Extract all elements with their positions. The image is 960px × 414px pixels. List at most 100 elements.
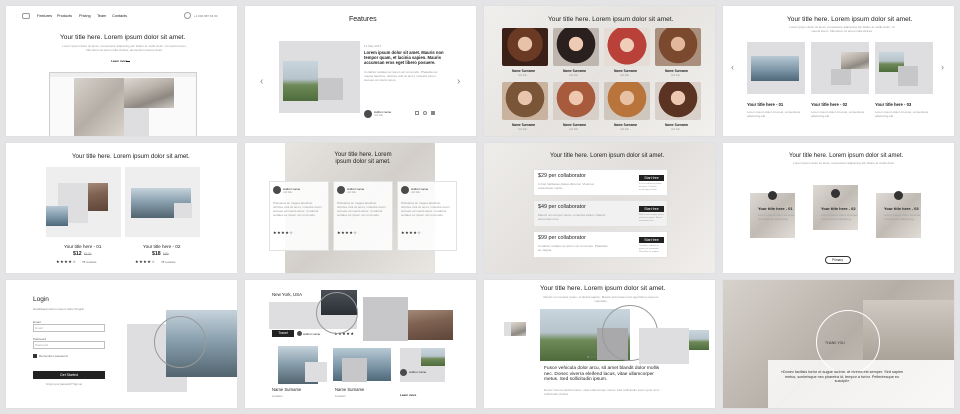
nav-contacts[interactable]: Contacts <box>112 14 127 18</box>
start-free-button[interactable]: Start free <box>639 175 664 181</box>
placeholder-block <box>174 203 192 218</box>
page-title: Your title here. Lorem ipsum dolor sit a… <box>60 34 186 41</box>
start-free-button[interactable]: Start free <box>639 206 664 212</box>
bookmark-icon[interactable] <box>431 111 435 115</box>
item-body-1: Lorem ipsum dolor sit amet, consectetur … <box>747 110 801 118</box>
page-title: Your title here. Lorem ipsum dolor sit a… <box>334 152 392 165</box>
next-arrow-icon[interactable]: › <box>457 76 460 87</box>
slide-features[interactable]: Features ‹ › 12 May 2017 Lorem ipsum dol… <box>244 5 477 137</box>
prev-arrow-icon[interactable]: ‹ <box>260 76 263 87</box>
start-free-label[interactable]: Start free <box>644 176 658 180</box>
remember-checkbox[interactable] <box>33 354 37 358</box>
next-arrow-icon[interactable]: › <box>941 62 944 72</box>
team-photo[interactable] <box>553 82 599 120</box>
slide-travel[interactable]: New York, USA Travel Author name ★★★★★ N… <box>244 279 477 409</box>
post-headline: Lorem ipsum dolor sit amet. Mauris non t… <box>364 50 444 65</box>
placeholder-block <box>318 78 343 100</box>
product-title-2: Your title here - 02 <box>143 244 181 249</box>
team-job: Job title <box>569 74 578 77</box>
nav-features[interactable]: Features <box>37 14 52 18</box>
rating-stars-1: ★★★★☆ <box>56 259 77 264</box>
team-photo[interactable] <box>553 28 599 66</box>
page-title: Your title here. Lorem ipsum dolor sit a… <box>787 16 913 23</box>
decorative-circle <box>154 316 206 368</box>
browser-bar <box>50 73 196 77</box>
team-photo[interactable] <box>655 82 701 120</box>
get-started-label[interactable]: Get Started <box>60 373 78 377</box>
travel-button[interactable]: Travel <box>272 330 294 337</box>
slide-features-cards[interactable]: Your title here. Lorem ipsum dolor sit a… <box>722 142 955 274</box>
hero-photo <box>74 78 124 136</box>
post-body: Curabitur sodales ac ipsum vel commodo. … <box>364 70 438 82</box>
slide-gallery[interactable]: Your title here. Lorem ipsum dolor sit a… <box>722 5 955 137</box>
team-name: Name Surname <box>614 123 638 127</box>
start-free-button[interactable]: Start free <box>639 237 664 243</box>
nav-pricing[interactable]: Pricing <box>79 14 91 18</box>
team-job: Job title <box>620 128 629 131</box>
share-icon[interactable] <box>415 111 419 115</box>
feature-title: Your title here - 01 <box>758 206 793 211</box>
placeholder-block <box>639 328 689 364</box>
reviews-count-2[interactable]: 78 reviews <box>161 260 175 264</box>
team-photo[interactable] <box>502 82 548 120</box>
slide-products[interactable]: Your title here. Lorem ipsum dolor sit a… <box>5 142 238 274</box>
slide-pricing[interactable]: Your title here. Lorem ipsum dolor sit a… <box>483 142 716 274</box>
slide-article[interactable]: Your title here. Lorem ipsum dolor sit a… <box>483 279 716 409</box>
slide-thank-you[interactable]: THANK YOU «Donec facilisis tortor ut aug… <box>722 279 955 409</box>
start-free-label[interactable]: Start free <box>644 238 658 242</box>
slide-team[interactable]: Your title here. Lorem ipsum dolor sit a… <box>483 5 716 137</box>
learn-more-link[interactable]: Learn more <box>111 59 127 63</box>
field-photo <box>283 61 318 101</box>
product-title-1: Your title here - 01 <box>64 244 102 249</box>
prev-arrow-icon[interactable]: ‹ <box>731 62 734 72</box>
slide-login[interactable]: Login Handikapsrutorum ipsum dolor Fingr… <box>5 279 238 409</box>
email-placeholder[interactable]: Email <box>35 326 43 330</box>
login-footer[interactable]: Forgot your password? Sign up <box>46 383 82 386</box>
item-body-2: Lorem ipsum dolor sit amet, consectetur … <box>811 110 865 118</box>
plan-description: In hac habitasse platea dictumst. Vivamu… <box>538 182 594 190</box>
nav-team[interactable]: Team <box>97 14 106 18</box>
divider <box>359 41 360 113</box>
team-photo[interactable] <box>502 28 548 66</box>
learn-more-link[interactable]: Learn more <box>400 393 416 397</box>
like-icon[interactable] <box>423 111 427 115</box>
reviews-count-1[interactable]: 78 reviews <box>82 260 96 264</box>
pager-dots[interactable]: ● ○ ○ <box>587 354 596 359</box>
author-name: Author name <box>409 370 427 374</box>
team-name: Name Surname <box>563 69 587 73</box>
primary-button-label[interactable]: Primary <box>832 258 843 262</box>
nav-products[interactable]: Products <box>57 14 72 18</box>
decorative-circle <box>316 292 358 334</box>
feature-title: Your title here - 02 <box>821 206 856 211</box>
get-started-button[interactable]: Get Started <box>33 371 105 379</box>
plan-price: $99 per collaborator <box>538 235 586 241</box>
team-job: Job title <box>620 74 629 77</box>
team-name: Name Surname <box>512 69 536 73</box>
gallery-photo-1 <box>751 56 799 81</box>
travel-button-label[interactable]: Travel <box>278 331 288 335</box>
author-avatar <box>297 331 302 336</box>
product-old-price-1: $120 <box>84 252 92 256</box>
quote-text: «Donec facilisis tortor ut augue lacinia… <box>780 370 904 384</box>
rating-stars-2: ★★★★☆ <box>135 259 156 264</box>
page-title: Your title here. Lorem ipsum dolor sit a… <box>72 153 190 160</box>
plan-description: Mauris non tempor quam, et lacinia sapie… <box>538 213 606 221</box>
team-photo[interactable] <box>655 28 701 66</box>
logo-icon[interactable] <box>22 13 30 19</box>
slide-testimonials[interactable]: Your title here. Lorem ipsum dolor sit a… <box>244 142 477 274</box>
team-photo[interactable] <box>604 82 650 120</box>
author-role: Job title <box>347 191 356 194</box>
team-name: Name Surname <box>665 123 689 127</box>
email-field[interactable] <box>33 324 105 332</box>
rating-stars: ★★★★☆ <box>273 230 294 235</box>
thank-you-label: THANK YOU <box>825 341 845 345</box>
start-free-label[interactable]: Start free <box>644 207 658 211</box>
slide-landing[interactable]: Features Products Pricing Team Contacts … <box>5 5 238 137</box>
item-title-3: Your title here - 03 <box>875 102 912 107</box>
plan-description: In hac habitasse platea dictumst. Vivamu… <box>639 183 662 191</box>
phone-number[interactable]: +1 000 987 66 00 <box>194 14 217 18</box>
password-placeholder[interactable]: Password <box>35 343 48 347</box>
team-name: Name Surname <box>512 123 536 127</box>
feature-icon <box>894 191 903 200</box>
team-photo[interactable] <box>604 28 650 66</box>
